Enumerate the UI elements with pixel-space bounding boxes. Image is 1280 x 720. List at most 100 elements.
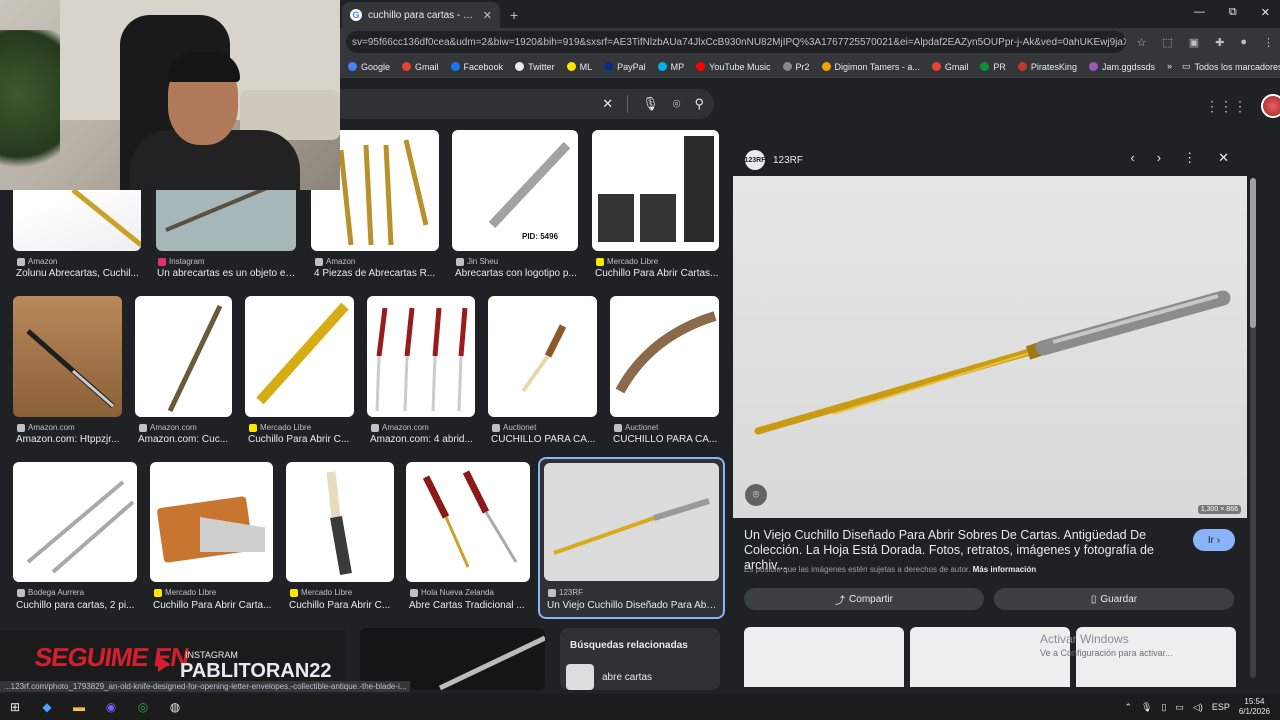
windows-start-icon[interactable]: ⊞ — [6, 698, 24, 716]
close-icon[interactable]: ✕ — [1218, 150, 1229, 166]
bookmark-paypal[interactable]: PayPal — [604, 62, 646, 72]
more-options-icon[interactable]: ⋮ — [1183, 150, 1196, 166]
panel-scrollbar[interactable] — [1250, 178, 1256, 678]
result-source[interactable]: Amazon — [17, 257, 57, 266]
image-result-thumbnail[interactable] — [592, 130, 719, 251]
all-bookmarks-folder[interactable]: ▭ Todos los marcadores — [1182, 61, 1280, 72]
related-search-item[interactable]: abre cartas — [566, 664, 652, 690]
result-caption[interactable]: Un Viejo Cuchillo Diseñado Para Abri... — [547, 600, 717, 611]
image-result-thumbnail-selected[interactable] — [544, 463, 719, 581]
share-button[interactable]: ⤴ Compartir — [744, 588, 984, 610]
image-result-thumbnail[interactable] — [13, 296, 122, 417]
browser-tab[interactable]: G cuchillo para cartas - Buscar co ✕ — [342, 2, 500, 28]
bookmark-pr[interactable]: PR — [980, 62, 1006, 72]
lens-icon[interactable]: ⌾ — [673, 96, 681, 112]
search-bar[interactable]: ✕ 🎙 ⌾ ⚲ — [340, 89, 714, 119]
result-source[interactable]: Amazon.com — [371, 423, 429, 432]
image-result-thumbnail[interactable] — [245, 296, 354, 417]
result-source[interactable]: Auctionet — [492, 423, 536, 432]
network-icon[interactable]: ▭ — [1175, 702, 1184, 713]
result-caption[interactable]: CUCHILLO PARA CA... — [491, 434, 599, 445]
image-result-thumbnail[interactable] — [488, 296, 597, 417]
more-info-link[interactable]: Más información — [973, 565, 1037, 574]
bookmark-gmail-2[interactable]: Gmail — [931, 62, 968, 72]
clock[interactable]: 15:54 6/1/2026 — [1239, 697, 1270, 717]
result-source[interactable]: Amazon.com — [17, 423, 75, 432]
result-caption[interactable]: 4 Piezas de Abrecartas R... — [314, 268, 439, 279]
image-result-thumbnail[interactable] — [150, 462, 273, 582]
menu-icon[interactable]: ⋮ — [1263, 36, 1274, 49]
result-caption[interactable]: CUCHILLO PARA CA... — [613, 434, 721, 445]
minimize-button[interactable]: — — [1194, 6, 1205, 19]
extension-icon[interactable]: ▣ — [1189, 36, 1199, 49]
bookmark-twitter[interactable]: Twitter — [515, 62, 555, 72]
related-thumbnail[interactable] — [744, 627, 904, 687]
result-source[interactable]: Hola Nueva Zelanda — [410, 588, 494, 597]
bookmark-piratesking[interactable]: PiratesKing — [1017, 62, 1077, 72]
image-result-thumbnail[interactable] — [286, 462, 394, 582]
result-caption[interactable]: Abre Cartas Tradicional ... — [409, 600, 531, 611]
chrome-icon[interactable]: ◎ — [134, 698, 152, 716]
result-source[interactable]: Mercado Libre — [596, 257, 658, 266]
bookmark-mp[interactable]: MP — [657, 62, 684, 72]
visit-button[interactable]: Ir › — [1193, 529, 1235, 551]
result-caption[interactable]: Amazon.com: 4 abrid... — [370, 434, 477, 445]
chevron-right-icon[interactable]: » — [1167, 61, 1172, 72]
star-icon[interactable]: ☆ — [1136, 36, 1146, 49]
bookmark-google[interactable]: Google — [348, 62, 390, 72]
address-bar[interactable]: sv=95f66cc136df0cea&udm=2&biw=1920&bih=9… — [346, 31, 1127, 53]
result-source[interactable]: 123RF — [548, 588, 583, 597]
restore-button[interactable]: ⧉ — [1229, 6, 1237, 19]
extensions-icon[interactable]: ⬚ — [1162, 36, 1172, 49]
chevron-left-icon[interactable]: ‹ — [1130, 150, 1134, 166]
close-window-button[interactable]: ✕ — [1261, 6, 1270, 19]
image-result-thumbnail[interactable] — [13, 462, 137, 582]
bookmark-pr2[interactable]: Pr2 — [782, 62, 810, 72]
result-caption[interactable]: Amazon.com: Cuc... — [138, 434, 234, 445]
result-source[interactable]: Mercado Libre — [154, 588, 216, 597]
result-source[interactable]: Instagram — [158, 257, 205, 266]
close-tab-icon[interactable]: ✕ — [483, 9, 492, 22]
result-caption[interactable]: Cuchillo para cartas, 2 pi... — [16, 600, 138, 611]
result-caption[interactable]: Cuchillo Para Abrir Cartas... — [595, 268, 720, 279]
image-result-thumbnail[interactable] — [406, 462, 530, 582]
result-caption[interactable]: Cuchillo Para Abrir Carta... — [153, 600, 273, 611]
lens-search-icon[interactable]: ⌾ — [745, 484, 767, 506]
search-icon[interactable]: ⚲ — [694, 96, 704, 112]
bookmark-facebook[interactable]: Facebook — [450, 62, 503, 72]
windows-app-icon[interactable]: ◆ — [38, 698, 56, 716]
image-result-thumbnail[interactable] — [610, 296, 719, 417]
result-caption[interactable]: Cuchillo Para Abrir C... — [289, 600, 397, 611]
image-result-thumbnail[interactable] — [367, 296, 475, 417]
microphone-icon[interactable]: 🎙 — [642, 96, 659, 112]
result-source[interactable]: Mercado Libre — [249, 423, 311, 432]
apps-grid-icon[interactable]: ⋮⋮⋮ — [1205, 98, 1247, 115]
result-caption[interactable]: Cuchillo Para Abrir C... — [248, 434, 356, 445]
result-source[interactable]: Mercado Libre — [290, 588, 352, 597]
bookmark-ml[interactable]: ML — [566, 62, 592, 72]
result-caption[interactable]: Un abrecartas es un objeto en... — [157, 268, 297, 279]
obs-icon[interactable]: ◍ — [166, 698, 184, 716]
bookmark-youtube-music[interactable]: YouTube Music — [696, 62, 771, 72]
new-tab-button[interactable]: + — [500, 2, 528, 28]
result-source[interactable]: Amazon — [315, 257, 355, 266]
clear-icon[interactable]: ✕ — [602, 96, 613, 112]
microphone-icon[interactable]: 🎙 — [1141, 702, 1152, 713]
preview-source[interactable]: 123RF 123RF — [745, 150, 803, 170]
usb-icon[interactable]: ▯ — [1161, 702, 1166, 713]
bookmark-jam[interactable]: Jam.ggdssds — [1088, 62, 1155, 72]
result-source[interactable]: Jin Sheu — [456, 257, 498, 266]
preview-image[interactable]: ⌾ 1,300 × 866 — [733, 176, 1247, 518]
result-caption[interactable]: Zolunu Abrecartas, Cuchil... — [16, 268, 141, 279]
avatar[interactable] — [1261, 94, 1280, 118]
bookmark-gmail[interactable]: Gmail — [402, 62, 439, 72]
result-source[interactable]: Bodega Aurrera — [17, 588, 84, 597]
chevron-right-icon[interactable]: › — [1157, 150, 1161, 166]
app-icon[interactable]: ◉ — [102, 698, 120, 716]
image-result-thumbnail[interactable]: PID: 5496 — [452, 130, 578, 251]
profile-icon[interactable]: ● — [1240, 36, 1247, 49]
image-result-thumbnail[interactable] — [135, 296, 232, 417]
bookmark-digimon[interactable]: Digimon Tamers - a... — [821, 62, 920, 72]
chevron-up-icon[interactable]: ⌃ — [1124, 702, 1132, 713]
puzzle-icon[interactable]: ✚ — [1215, 36, 1224, 49]
